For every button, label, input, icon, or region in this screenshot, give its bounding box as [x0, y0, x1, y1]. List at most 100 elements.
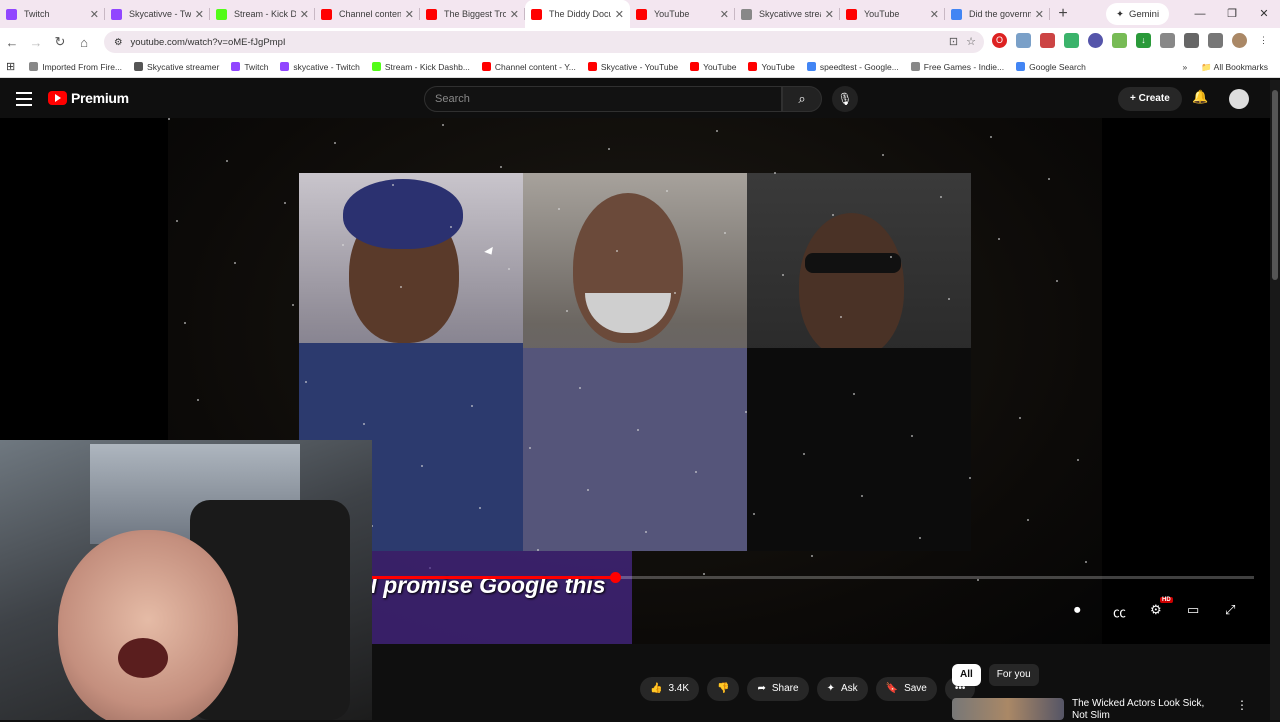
restore-button[interactable]: ❐: [1216, 0, 1248, 28]
search-button[interactable]: ⌕: [782, 86, 822, 112]
browser-tab[interactable]: YouTube ✕: [630, 0, 735, 28]
tab-close-icon[interactable]: ✕: [405, 8, 414, 21]
new-tab-button[interactable]: +: [1050, 5, 1076, 23]
save-button[interactable]: 🔖 Save: [875, 677, 937, 701]
bookmark-item[interactable]: Free Games - Indie...: [910, 62, 1004, 72]
tab-favicon-icon: [321, 8, 332, 20]
gemini-button[interactable]: ✦ Gemini: [1106, 3, 1170, 25]
bookmark-item[interactable]: Stream - Kick Dashb...: [371, 62, 470, 72]
voice-search-button[interactable]: 🎙: [832, 86, 858, 112]
browser-tab[interactable]: Skycativve stream ✕: [735, 0, 840, 28]
bookmark-item[interactable]: Imported From Fire...: [29, 62, 122, 72]
tab-close-icon[interactable]: ✕: [195, 8, 204, 21]
share-button[interactable]: ➦ Share: [747, 677, 809, 701]
bookmark-star-icon[interactable]: ☆: [966, 35, 976, 48]
fullscreen-icon[interactable]: ⤢: [1225, 602, 1235, 618]
tab-close-icon[interactable]: ✕: [720, 8, 729, 21]
like-button[interactable]: 👍 3.4K: [640, 677, 700, 701]
background-star: [774, 172, 776, 174]
settings-gear-icon[interactable]: ⚙: [1150, 602, 1162, 618]
bookmark-item[interactable]: skycative - Twitch: [280, 61, 360, 72]
site-info-icon[interactable]: ⚙: [114, 37, 123, 48]
chip-all[interactable]: All: [952, 664, 981, 686]
browser-tab[interactable]: Skycativve - Twitch ✕: [105, 0, 210, 28]
puzzle-icon[interactable]: [1160, 33, 1175, 48]
tab-close-icon[interactable]: ✕: [825, 8, 834, 21]
extension-icon[interactable]: [1040, 33, 1055, 48]
browser-tab[interactable]: Did the government ✕: [945, 0, 1050, 28]
profile-avatar[interactable]: [1232, 33, 1247, 48]
bookmark-item[interactable]: YouTube: [690, 62, 736, 72]
scrollbar-thumb[interactable]: [1272, 90, 1278, 280]
subtitles-icon[interactable]: ㏄: [1113, 602, 1126, 621]
recommended-title[interactable]: The Wicked Actors Look Sick, Not Slim: [1072, 698, 1222, 722]
sidepanel-icon[interactable]: [1184, 33, 1199, 48]
browser-tab[interactable]: YouTube ✕: [840, 0, 945, 28]
background-star: [716, 130, 718, 132]
more-vertical-icon[interactable]: ⋮: [1236, 698, 1248, 722]
page-scrollbar[interactable]: [1270, 80, 1280, 720]
close-window-button[interactable]: ✕: [1248, 0, 1280, 28]
browser-tab[interactable]: Stream - Kick Dashboard ✕: [210, 0, 315, 28]
extension-icon[interactable]: [1088, 33, 1103, 48]
browser-tab[interactable]: Twitch ✕: [0, 0, 105, 28]
tab-close-icon[interactable]: ✕: [1035, 8, 1044, 21]
browser-tab[interactable]: Channel content ✕: [315, 0, 420, 28]
bookmark-item[interactable]: Channel content - Y...: [481, 62, 576, 72]
bookmark-label: Skycative streamer: [147, 61, 220, 72]
minimize-button[interactable]: —: [1184, 0, 1216, 28]
back-icon[interactable]: ←: [0, 35, 24, 50]
miniplayer-icon[interactable]: ▭: [1187, 602, 1199, 618]
recommended-thumbnail[interactable]: [952, 698, 1064, 720]
opera-extension-icon[interactable]: O: [992, 33, 1007, 48]
install-app-icon[interactable]: ⊡: [949, 35, 958, 48]
bookmark-label: skycative - Twitch: [293, 61, 360, 72]
search-input[interactable]: Search: [424, 86, 782, 112]
tab-close-icon[interactable]: ✕: [930, 8, 939, 21]
browser-tab[interactable]: The Diddy Documentary ✕: [525, 0, 630, 28]
all-bookmarks[interactable]: 📁 All Bookmarks: [1201, 62, 1268, 73]
tab-close-icon[interactable]: ✕: [615, 8, 624, 21]
menu-icon[interactable]: ⋮: [1256, 33, 1271, 48]
browser-tab[interactable]: The Biggest Trouble ✕: [420, 0, 525, 28]
bookmark-item[interactable]: Twitch: [231, 62, 268, 72]
dislike-button[interactable]: 👎: [707, 677, 740, 701]
apps-icon[interactable]: ⊞: [6, 60, 15, 73]
notifications-icon[interactable]: 🔔: [1192, 89, 1208, 105]
extension-icon[interactable]: [1016, 33, 1031, 48]
address-bar[interactable]: ⚙ youtube.com/watch?v=oME-fJgPmpI ⊡ ☆: [104, 31, 984, 53]
bookmark-item[interactable]: speedtest - Google...: [806, 62, 899, 72]
ask-button[interactable]: ✦ Ask: [816, 677, 868, 701]
forward-icon[interactable]: →: [24, 35, 48, 50]
background-star: [305, 381, 307, 383]
microphone-icon: 🎙: [837, 92, 853, 106]
more-bookmarks-icon[interactable]: »: [1182, 62, 1187, 72]
bookmark-item[interactable]: Skycative streamer: [134, 62, 219, 72]
tab-close-icon[interactable]: ✕: [300, 8, 309, 21]
extension-icon[interactable]: [1112, 33, 1127, 48]
account-avatar[interactable]: [1229, 89, 1249, 109]
tab-favicon-icon: [426, 8, 437, 20]
guide-menu-icon[interactable]: [16, 92, 32, 106]
autoplay-toggle[interactable]: ⏺: [1074, 602, 1081, 618]
extension-icon[interactable]: [1064, 33, 1079, 48]
youtube-premium-logo[interactable]: Premium: [48, 90, 129, 106]
chip-for-you[interactable]: For you: [988, 664, 1039, 686]
bookmark-item[interactable]: Skycative - YouTube: [587, 62, 678, 72]
background-star: [234, 262, 236, 264]
tab-close-icon[interactable]: ✕: [510, 8, 519, 21]
tab-title: The Biggest Trouble: [444, 9, 506, 19]
background-star: [724, 232, 726, 234]
create-button[interactable]: + Create: [1118, 87, 1182, 111]
tab-close-icon[interactable]: ✕: [90, 8, 99, 21]
media-icon[interactable]: [1208, 33, 1223, 48]
home-icon[interactable]: ⌂: [72, 35, 96, 50]
bookmark-item[interactable]: Google Search: [1016, 62, 1086, 72]
reload-icon[interactable]: ↻: [48, 34, 72, 50]
bookmark-favicon-icon: [587, 62, 597, 71]
recommended-video[interactable]: The Wicked Actors Look Sick, Not Slim ⋮: [952, 698, 1248, 722]
tab-favicon-icon: [846, 8, 857, 20]
scrubber-handle[interactable]: [609, 572, 621, 583]
bookmark-item[interactable]: YouTube: [748, 62, 795, 72]
download-icon[interactable]: ↓: [1136, 33, 1151, 48]
